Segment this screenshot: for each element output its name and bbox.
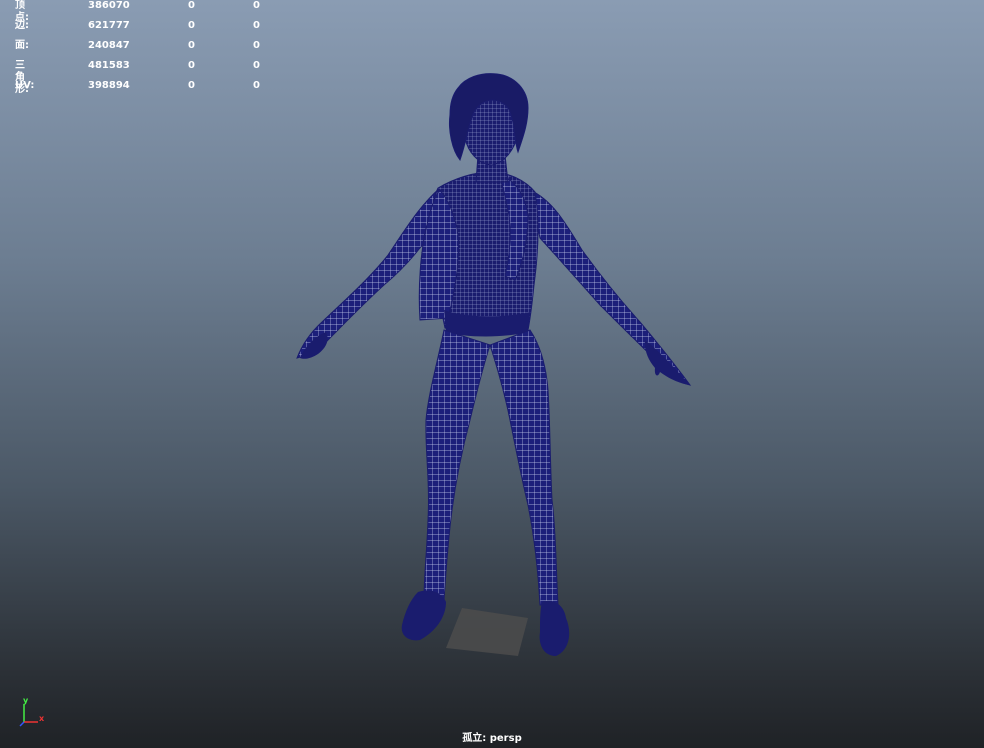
right-shoe-mesh [539, 600, 570, 656]
axis-x-label: x [39, 714, 45, 723]
wireframe-character-model[interactable] [0, 0, 984, 748]
ground-patch [446, 608, 528, 656]
right-arm-mesh [529, 189, 692, 386]
3d-viewport[interactable]: 顶点: 386070 0 0 边: 621777 0 0 面: 240847 0… [0, 0, 984, 748]
axis-z-line [19, 721, 25, 727]
left-arm-mesh [296, 186, 441, 359]
axis-gizmo-icon: y x [14, 696, 50, 732]
camera-name-label: 孤立: persp [462, 733, 522, 744]
left-leg-mesh [423, 329, 491, 601]
left-shoe-mesh [401, 590, 446, 641]
axis-y-label: y [23, 696, 29, 705]
right-hand-mesh [644, 340, 690, 385]
right-leg-mesh [489, 329, 559, 606]
